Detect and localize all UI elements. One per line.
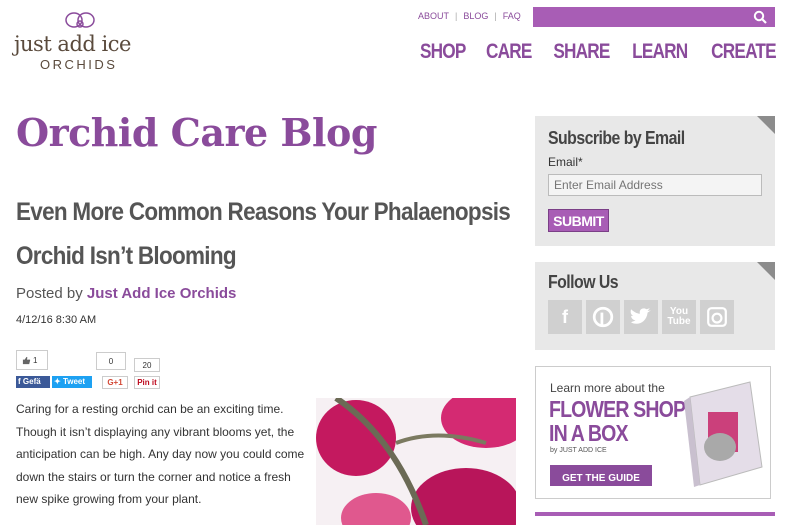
divider: | [455,11,458,21]
faq-link[interactable]: FAQ [503,11,521,21]
flower-shop-promo[interactable]: Learn more about the FLOWER SHOP IN A BO… [535,366,771,499]
main-nav: SHOP CARE SHARE LEARN CREATE [410,40,776,64]
post-date: 4/12/16 8:30 AM [16,314,97,326]
corner-fold [757,262,775,280]
nav-learn[interactable]: LEARN [632,40,688,64]
twitter-icon[interactable] [624,300,658,334]
twitter-icon: ✦ [54,377,61,386]
promo-byline: by JUST ADD ICE [550,447,607,454]
tweet-button[interactable]: ✦ Tweet [52,376,92,388]
facebook-like-count: 1 [16,350,48,370]
post-title-line: Even More Common Reasons Your Phalaenops… [16,198,511,226]
instagram-icon[interactable] [700,300,734,334]
logo-text: just add ice [14,32,131,56]
subscribe-widget: Subscribe by Email Email* SUBMIT [535,116,775,246]
email-label: Email* [548,155,583,169]
author-link[interactable]: Just Add Ice Orchids [87,285,236,302]
post-title-line: Orchid Isn’t Blooming [16,242,237,270]
facebook-share-button[interactable]: f Gefä [16,376,50,388]
top-links: ABOUT | BLOG | FAQ [418,11,521,21]
pinterest-icon[interactable] [586,300,620,334]
follow-title: Follow Us [548,272,619,292]
nav-care[interactable]: CARE [486,40,532,64]
blog-link[interactable]: BLOG [463,11,488,21]
google-plus-count: 0 [96,352,126,370]
nav-share[interactable]: SHARE [554,40,611,64]
facebook-icon: f [18,377,21,386]
share-buttons: 1 f Gefä ✦ Tweet 0 G+1 20 Pin it [16,350,176,390]
nav-shop[interactable]: SHOP [420,40,466,64]
about-link[interactable]: ABOUT [418,11,449,21]
promo-headline: FLOWER SHOP IN A BOX [549,396,686,446]
google-plus-button[interactable]: G+1 [102,376,128,389]
search-input[interactable] [533,7,775,27]
pin-it-button[interactable]: Pin it [134,376,160,389]
logo-subtext: ORCHIDS [40,57,118,72]
nav-create[interactable]: CREATE [711,40,776,64]
page-title: Orchid Care Blog [16,110,377,155]
post-body: Caring for a resting orchid can be an ex… [16,402,305,506]
youtube-icon[interactable]: You Tube [662,300,696,334]
promo-intro: Learn more about the [550,381,665,395]
search-icon[interactable] [753,10,767,24]
guide-book-image [684,381,763,487]
post-byline: Posted by Just Add Ice Orchids [16,285,236,302]
thumbs-up-icon [22,356,31,365]
orchid-photo [316,398,516,525]
get-guide-button[interactable]: GET THE GUIDE [550,465,652,486]
follow-widget: Follow Us f You Tube [535,262,775,350]
posted-by-label: Posted by [16,285,87,302]
corner-fold [757,116,775,134]
divider [535,512,775,516]
facebook-icon[interactable]: f [548,300,582,334]
submit-button[interactable]: SUBMIT [548,209,609,232]
subscribe-title: Subscribe by Email [548,128,685,148]
divider: | [494,11,497,21]
logo[interactable]: just add ice ORCHIDS [14,10,144,72]
email-field[interactable] [548,174,762,196]
orchid-logo-icon [65,12,95,28]
pinterest-count: 20 [134,358,160,372]
post-title[interactable]: Even More Common Reasons Your Phalaenops… [16,190,511,278]
